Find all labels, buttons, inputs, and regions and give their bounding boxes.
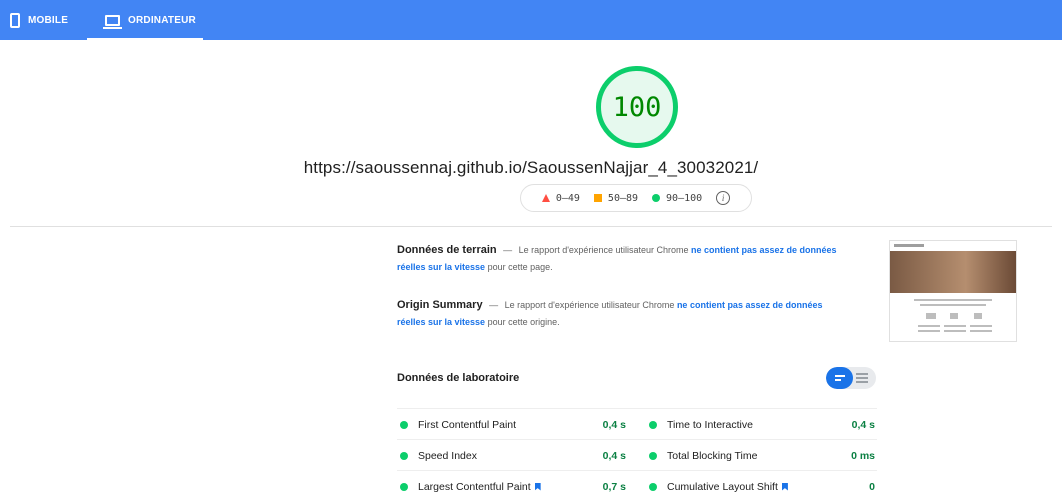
metrics-view-toggle[interactable] (826, 367, 876, 389)
legend-pass-label: 90–100 (666, 192, 703, 204)
desktop-icon (103, 14, 122, 29)
thumb-text-line (944, 330, 966, 332)
phone-icon (10, 12, 20, 28)
metric-value: 0 (869, 480, 875, 493)
performance-score-gauge: 100 (596, 66, 678, 148)
origin-summary-separator: — (489, 300, 499, 310)
pass-circle-icon (649, 451, 657, 460)
thumb-text-line (918, 325, 940, 327)
metric-label: Cumulative Layout Shift (667, 480, 778, 493)
info-icon[interactable]: i (716, 191, 731, 205)
device-tabs-bar: MOBILE ORDINATEUR (0, 0, 1062, 41)
lab-data-title: Données de laboratoire (397, 372, 520, 384)
field-data-text-after: pour cette page. (487, 262, 553, 272)
metric-value: 0,7 s (602, 480, 626, 493)
origin-summary-title: Origin Summary (397, 299, 483, 311)
metric-value: 0,4 s (851, 418, 875, 431)
thumb-icon (950, 313, 958, 319)
thumb-text-line (944, 325, 966, 327)
square-icon (593, 194, 602, 202)
field-data-text: Le rapport d'expérience utilisateur Chro… (518, 245, 689, 255)
metric-label: Largest Contentful Paint (418, 480, 531, 493)
pass-circle-icon (649, 482, 657, 491)
tested-url: https://saoussennaj.github.io/SaoussenNa… (303, 158, 759, 177)
tab-desktop[interactable]: ORDINATEUR (103, 0, 196, 40)
pass-circle-icon (400, 420, 408, 429)
score-value: 100 (612, 91, 662, 123)
metric-value: 0,4 s (602, 449, 626, 462)
thumb-text-line (920, 304, 986, 306)
field-data-separator: — (503, 245, 513, 255)
metric-row: First Contentful Paint 0,4 s Time to Int… (397, 408, 877, 440)
circle-icon (652, 194, 661, 202)
metric-first-contentful-paint: First Contentful Paint 0,4 s (400, 409, 626, 440)
metric-value: 0,4 s (602, 418, 626, 431)
tab-desktop-label: ORDINATEUR (128, 14, 196, 26)
metric-row: Speed Index 0,4 s Total Blocking Time 0 … (397, 439, 877, 471)
tab-mobile-label: MOBILE (28, 14, 69, 26)
thumb-text-line (918, 330, 940, 332)
metric-largest-contentful-paint: Largest Contentful Paint 0,7 s (400, 471, 626, 502)
origin-summary-text-after: pour cette origine. (487, 317, 560, 327)
thumb-icon (926, 313, 936, 319)
metric-label: Total Blocking Time (667, 449, 758, 462)
thumb-header (894, 244, 924, 247)
thumb-hero-image (890, 251, 1016, 293)
origin-summary-section: Origin Summary — Le rapport d'expérience… (397, 297, 847, 331)
field-data-title: Données de terrain (397, 244, 497, 256)
expanded-view-icon[interactable] (856, 367, 874, 389)
metric-label: Time to Interactive (667, 418, 753, 431)
thumb-text-line (914, 299, 992, 301)
compact-view-icon[interactable] (826, 367, 853, 389)
thumb-icon (974, 313, 982, 319)
legend-fail-label: 0–49 (555, 192, 580, 204)
score-legend: 0–49 50–89 90–100 i (520, 184, 752, 212)
thumb-text-line (970, 325, 992, 327)
legend-fail: 0–49 (541, 192, 580, 204)
legend-average: 50–89 (593, 192, 639, 204)
bookmark-icon (781, 482, 788, 491)
legend-average-label: 50–89 (607, 192, 639, 204)
metric-label: Speed Index (418, 449, 477, 462)
metric-value: 0 ms (851, 449, 875, 462)
metric-total-blocking-time: Total Blocking Time 0 ms (649, 440, 875, 471)
metric-label: First Contentful Paint (418, 418, 517, 431)
active-tab-indicator (87, 38, 203, 41)
metric-cumulative-layout-shift: Cumulative Layout Shift 0 (649, 471, 875, 502)
tab-mobile[interactable]: MOBILE (10, 0, 68, 40)
metric-time-to-interactive: Time to Interactive 0,4 s (649, 409, 875, 440)
metric-row: Largest Contentful Paint 0,7 s Cumulativ… (397, 470, 877, 502)
metric-speed-index: Speed Index 0,4 s (400, 440, 626, 471)
pass-circle-icon (649, 420, 657, 429)
thumb-text-line (970, 330, 992, 332)
origin-summary-text: Le rapport d'expérience utilisateur Chro… (504, 300, 675, 310)
bookmark-icon (534, 482, 541, 491)
section-divider (10, 226, 1052, 227)
page-screenshot-thumbnail (889, 240, 1017, 342)
field-data-section: Données de terrain — Le rapport d'expéri… (397, 242, 847, 276)
triangle-icon (541, 194, 550, 202)
pass-circle-icon (400, 451, 408, 460)
legend-pass: 90–100 (652, 193, 702, 204)
pass-circle-icon (400, 482, 408, 491)
